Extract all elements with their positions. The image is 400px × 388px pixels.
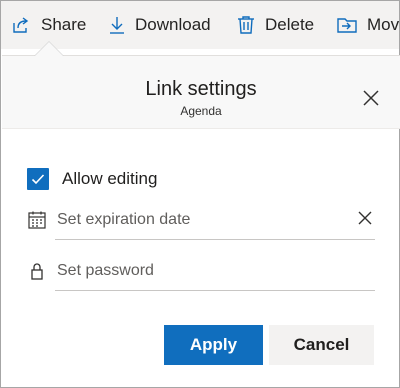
expiration-date-input[interactable] — [55, 200, 375, 240]
callout-pointer — [34, 41, 64, 56]
delete-label: Delete — [265, 15, 315, 34]
allow-editing-label: Allow editing — [62, 169, 158, 188]
password-input[interactable] — [55, 251, 375, 291]
delete-button[interactable]: Delete — [237, 1, 314, 49]
close-icon — [363, 90, 379, 106]
lock-icon — [27, 261, 47, 281]
download-icon — [109, 15, 125, 35]
download-button[interactable]: Download — [109, 1, 211, 49]
dialog-title: Link settings — [145, 78, 257, 100]
clear-icon — [358, 211, 372, 225]
dialog-subtitle: Agenda — [180, 104, 222, 118]
calendar-icon — [27, 210, 47, 230]
download-label: Download — [135, 15, 211, 34]
clear-expiration-button[interactable] — [357, 210, 373, 226]
share-label: Share — [41, 15, 87, 34]
delete-icon — [237, 15, 255, 35]
share-icon — [11, 15, 31, 35]
password-row — [27, 251, 375, 291]
dialog-header: Link settings Agenda — [2, 55, 400, 129]
move-button[interactable]: Mov — [337, 1, 399, 49]
allow-editing-checkbox[interactable]: Allow editing — [27, 167, 157, 191]
move-icon — [337, 16, 357, 34]
apply-button[interactable]: Apply — [164, 325, 263, 365]
move-label: Mov — [367, 15, 399, 34]
cancel-button[interactable]: Cancel — [269, 325, 374, 365]
link-settings-window: Share Download Delete Mov Link settings … — [0, 0, 400, 388]
close-button[interactable] — [362, 89, 380, 107]
checkmark-icon — [31, 174, 45, 185]
checkbox-box[interactable] — [27, 168, 49, 190]
expiration-date-row — [27, 200, 375, 240]
